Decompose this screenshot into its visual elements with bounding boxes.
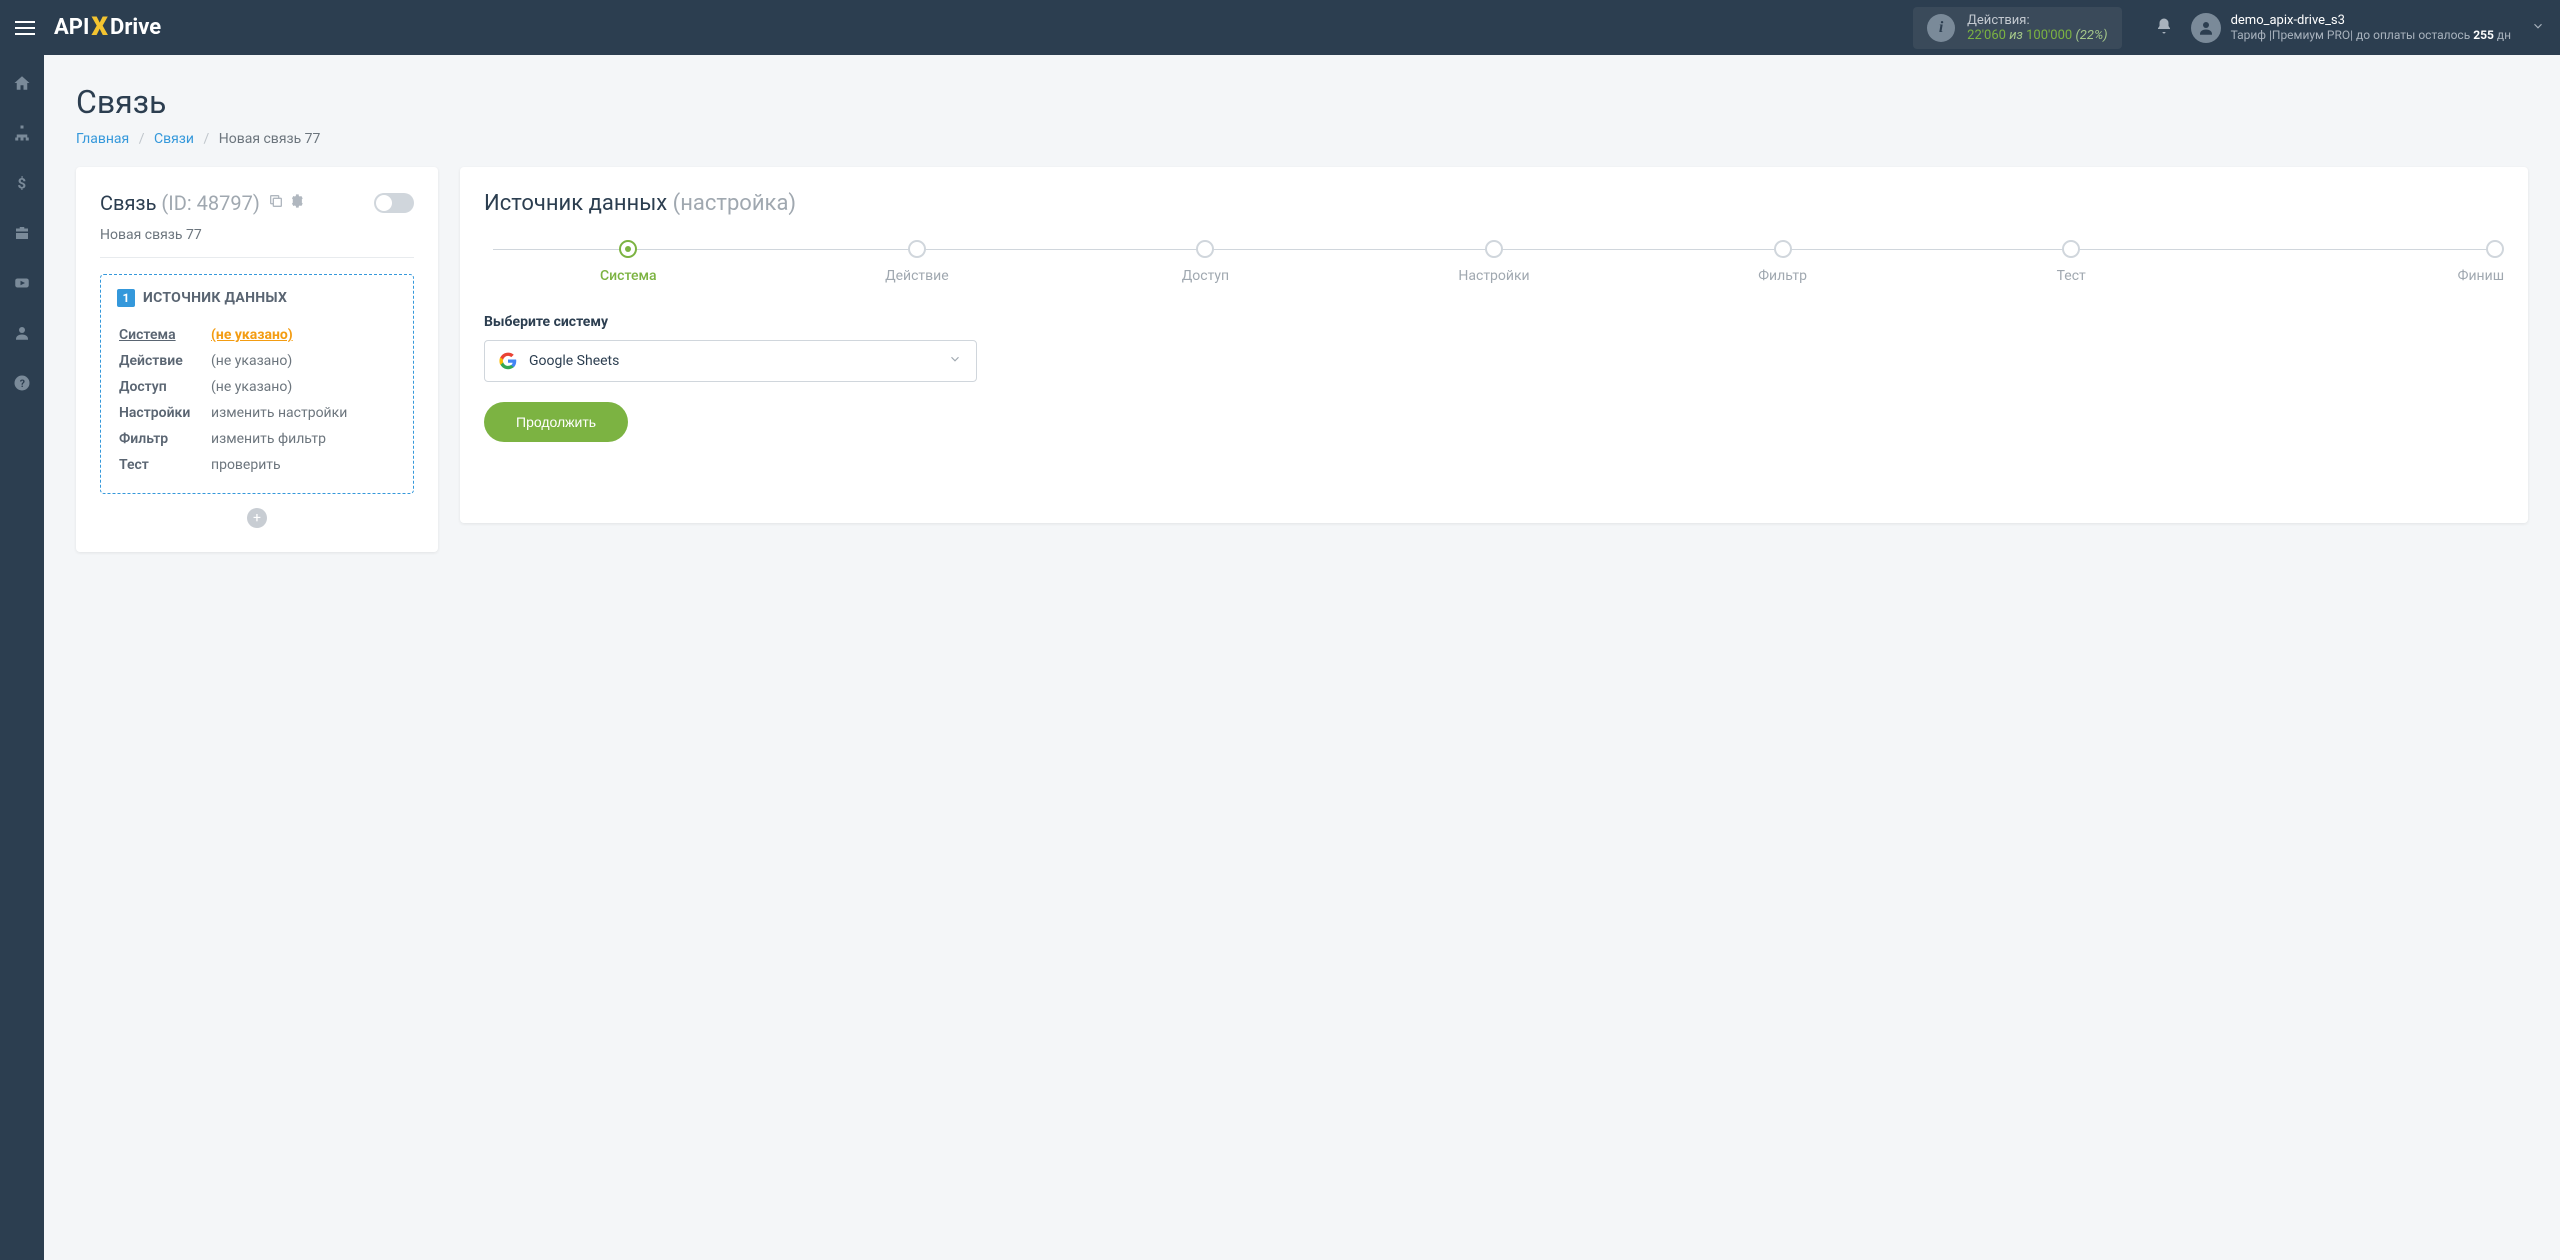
breadcrumb-home[interactable]: Главная <box>76 131 129 147</box>
source-row-action[interactable]: Действие(не указано) <box>119 349 395 373</box>
connection-title: Связь (ID: 48797) <box>100 191 260 215</box>
logo-x-icon: X <box>91 12 108 42</box>
connection-name: Новая связь 77 <box>100 227 414 258</box>
menu-toggle[interactable] <box>15 16 39 40</box>
source-table: Система (не указано) Действие(не указано… <box>117 321 397 479</box>
svg-text:?: ? <box>20 377 25 390</box>
info-icon: i <box>1927 14 1955 42</box>
user-text: demo_apix-drive_s3 Тариф |Премиум PRO| д… <box>2231 13 2511 42</box>
google-icon <box>499 352 517 370</box>
step-filter[interactable]: Фильтр <box>1638 240 1927 284</box>
sidebar-home-icon[interactable] <box>0 67 44 99</box>
logo-drive: Drive <box>110 15 161 40</box>
source-box: 1 ИСТОЧНИК ДАННЫХ Система (не указано) Д… <box>100 274 414 494</box>
add-destination-button[interactable]: + <box>247 508 267 528</box>
user-menu[interactable]: demo_apix-drive_s3 Тариф |Премиум PRO| д… <box>2191 13 2511 43</box>
step-test[interactable]: Тест <box>1927 240 2216 284</box>
breadcrumb-links[interactable]: Связи <box>154 131 194 147</box>
sidebar-help-icon[interactable]: ? <box>0 367 44 399</box>
source-panel: Источник данных (настройка) Система Дейс… <box>460 167 2528 523</box>
system-select[interactable]: Google Sheets <box>484 340 977 382</box>
sidebar-briefcase-icon[interactable] <box>0 217 44 249</box>
breadcrumb: Главная / Связи / Новая связь 77 <box>76 131 2528 147</box>
top-header: API X Drive i Действия: 22'060 из 100'00… <box>0 0 2560 55</box>
step-access[interactable]: Доступ <box>1061 240 1350 284</box>
source-row-access[interactable]: Доступ(не указано) <box>119 375 395 399</box>
source-row-system[interactable]: Система (не указано) <box>119 323 395 347</box>
system-field-label: Выберите систему <box>484 314 2504 330</box>
page-title: Связь <box>76 83 2528 121</box>
username: demo_apix-drive_s3 <box>2231 13 2511 28</box>
step-system[interactable]: Система <box>484 240 773 284</box>
sidebar-video-icon[interactable] <box>0 267 44 299</box>
step-settings[interactable]: Настройки <box>1350 240 1639 284</box>
copy-icon[interactable] <box>268 193 284 213</box>
svg-text:$: $ <box>18 174 27 192</box>
connection-id: (ID: 48797) <box>161 191 259 215</box>
gear-icon[interactable] <box>288 193 304 213</box>
chevron-down-icon <box>948 352 962 370</box>
stepper: Система Действие Доступ Настройки Фильтр <box>484 240 2504 284</box>
source-title: ИСТОЧНИК ДАННЫХ <box>143 290 287 306</box>
source-row-filter[interactable]: Фильтризменить фильтр <box>119 427 395 451</box>
source-badge: 1 <box>117 289 135 307</box>
continue-button[interactable]: Продолжить <box>484 402 628 442</box>
bell-icon[interactable] <box>2155 17 2173 39</box>
tariff-info: Тариф |Премиум PRO| до оплаты осталось 2… <box>2231 28 2511 42</box>
main-content: Связь Главная / Связи / Новая связь 77 С… <box>44 55 2560 580</box>
logo[interactable]: API X Drive <box>54 13 161 43</box>
system-select-value: Google Sheets <box>529 353 948 369</box>
left-sidebar: $ ? <box>0 55 44 1260</box>
sidebar-profile-icon[interactable] <box>0 317 44 349</box>
user-avatar-icon <box>2191 13 2221 43</box>
logo-api: API <box>54 15 89 40</box>
actions-text: Действия: 22'060 из 100'000 (22%) <box>1967 13 2107 43</box>
actions-box[interactable]: i Действия: 22'060 из 100'000 (22%) <box>1913 7 2121 49</box>
step-action[interactable]: Действие <box>773 240 1062 284</box>
breadcrumb-current: Новая связь 77 <box>219 131 321 147</box>
source-row-settings[interactable]: Настройкиизменить настройки <box>119 401 395 425</box>
sidebar-billing-icon[interactable]: $ <box>0 167 44 199</box>
panel-title: Источник данных (настройка) <box>484 191 2504 216</box>
step-finish[interactable]: Финиш <box>2215 240 2504 284</box>
source-row-test[interactable]: Тестпроверить <box>119 453 395 477</box>
connection-toggle[interactable] <box>374 193 414 213</box>
sidebar-connections-icon[interactable] <box>0 117 44 149</box>
chevron-down-icon[interactable] <box>2531 19 2545 37</box>
actions-label: Действия: <box>1967 13 2107 28</box>
actions-values: 22'060 из 100'000 (22%) <box>1967 28 2107 43</box>
connection-card: Связь (ID: 48797) Новая связь 77 1 <box>76 167 438 552</box>
